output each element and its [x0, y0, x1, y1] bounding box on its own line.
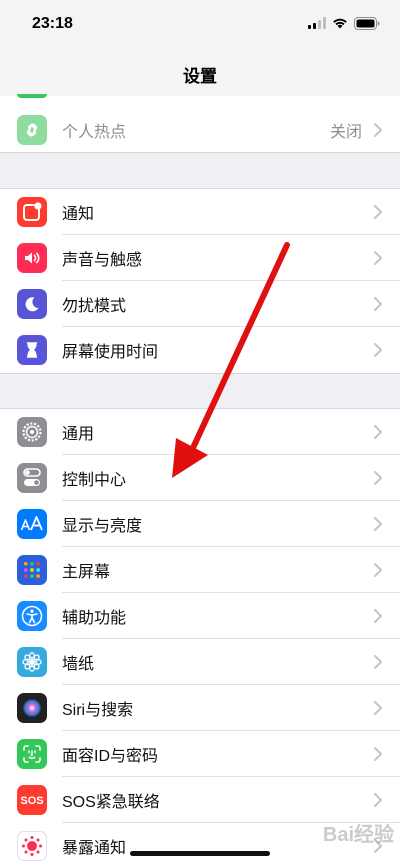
svg-text:SOS: SOS	[20, 795, 43, 807]
siri-icon	[17, 693, 47, 723]
chevron-right-icon	[374, 251, 382, 265]
settings-row-screen-time[interactable]: 屏幕使用时间	[0, 327, 400, 373]
chevron-right-icon	[374, 747, 382, 761]
hotspot-icon	[17, 115, 47, 145]
status-time: 23:18	[32, 15, 73, 32]
hourglass-icon	[17, 335, 47, 365]
settings-group-connectivity: 个人热点 关闭	[0, 94, 400, 153]
settings-row-label: 个人热点	[62, 124, 127, 141]
settings-row-home-screen[interactable]: 主屏幕	[0, 547, 400, 593]
chevron-right-icon	[374, 701, 382, 715]
settings-row-label: 墙纸	[62, 656, 95, 673]
cut-off-row-icon	[17, 94, 47, 98]
chevron-right-icon	[374, 563, 382, 577]
page-title: 设置	[183, 67, 217, 86]
settings-row-emergency-sos[interactable]: SOS SOS紧急联络	[0, 777, 400, 823]
settings-row-label: 屏幕使用时间	[62, 344, 159, 361]
settings-row-siri[interactable]: Siri与搜索	[0, 685, 400, 731]
chevron-right-icon	[374, 205, 382, 219]
settings-row-value: 关闭	[329, 124, 362, 141]
settings-row-control-center[interactable]: 控制中心	[0, 455, 400, 501]
settings-row-label: 面容ID与密码	[62, 748, 159, 765]
toggle-icon	[17, 463, 47, 493]
moon-icon	[17, 289, 47, 319]
settings-row-label: 辅助功能	[62, 610, 127, 627]
settings-row-sounds[interactable]: 声音与触感	[0, 235, 400, 281]
settings-row-face-id[interactable]: 面容ID与密码	[0, 731, 400, 777]
chevron-right-icon	[374, 793, 382, 807]
wifi-icon	[333, 18, 347, 29]
settings-row-label: 暴露通知	[62, 840, 127, 857]
chevron-right-icon	[374, 471, 382, 485]
speaker-icon	[17, 243, 47, 273]
settings-row-label: 声音与触感	[62, 252, 143, 269]
chevron-right-icon	[374, 425, 382, 439]
status-icons	[308, 16, 380, 30]
chevron-right-icon	[374, 517, 382, 531]
navigation-bar: 设置	[0, 52, 400, 96]
watermark: Bai经验	[322, 824, 394, 846]
chevron-right-icon	[374, 123, 382, 137]
settings-row-label: 勿扰模式	[62, 298, 127, 315]
settings-row-wallpaper[interactable]: 墙纸	[0, 639, 400, 685]
accessibility-icon	[17, 601, 47, 631]
settings-row-label: 显示与亮度	[62, 518, 143, 535]
sos-icon: SOS	[17, 785, 47, 815]
settings-row-hotspot[interactable]: 个人热点 关闭	[0, 107, 400, 153]
chevron-right-icon	[374, 297, 382, 311]
battery-icon	[354, 16, 380, 30]
settings-row-accessibility[interactable]: 辅助功能	[0, 593, 400, 639]
settings-row-label: Siri与搜索	[62, 702, 134, 719]
exposure-icon	[17, 831, 47, 861]
chevron-right-icon	[374, 655, 382, 669]
settings-row-general[interactable]: 通用	[0, 409, 400, 455]
flower-icon	[17, 647, 47, 677]
settings-row-label: 通知	[62, 206, 95, 223]
home-indicator[interactable]	[130, 851, 270, 856]
chevron-right-icon	[374, 609, 382, 623]
settings-row-label: 主屏幕	[62, 564, 111, 581]
settings-row-label: 通用	[62, 426, 95, 443]
chevron-right-icon	[374, 343, 382, 357]
settings-group-general: 通用 控制中心 显示与亮度 主屏幕 辅助功能 墙纸 Siri与搜索 面容ID与密…	[0, 408, 400, 866]
settings-row-label: SOS紧急联络	[62, 794, 160, 811]
cellular-signal-icon	[308, 17, 326, 29]
settings-row-label: 控制中心	[62, 472, 127, 489]
face-id-icon	[17, 739, 47, 769]
settings-row-notifications[interactable]: 通知	[0, 189, 400, 235]
notification-icon	[17, 197, 47, 227]
settings-group-notifications: 通知 声音与触感 勿扰模式 屏幕使用时间	[0, 188, 400, 374]
home-grid-icon	[17, 555, 47, 585]
gear-icon	[17, 417, 47, 447]
settings-row-do-not-disturb[interactable]: 勿扰模式	[0, 281, 400, 327]
settings-row-display[interactable]: 显示与亮度	[0, 501, 400, 547]
text-size-icon	[17, 509, 47, 539]
status-bar: 23:18	[0, 0, 400, 52]
